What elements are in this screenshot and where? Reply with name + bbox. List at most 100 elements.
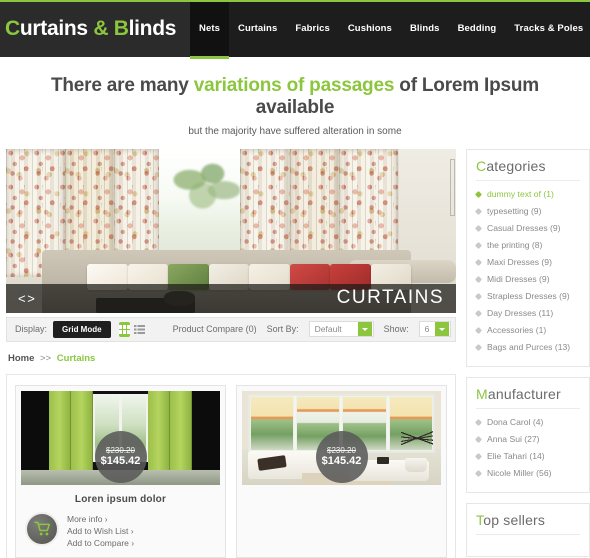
grid-mode-badge[interactable]: Grid Mode [53, 320, 111, 338]
product-title[interactable]: Loren ipsum dolor [21, 485, 220, 512]
top-sellers-title-rest: op sellers [483, 511, 546, 528]
product-card[interactable]: $230.20 $145.42 Loren ipsum dolor More i… [15, 384, 226, 558]
bullet-icon [474, 418, 483, 426]
sidebar-item-label: Midi Dresses (9) [487, 274, 550, 285]
nav-item-nets[interactable]: Nets [190, 0, 229, 59]
top-sellers-title: Top sellers [476, 512, 580, 535]
product-card[interactable]: $230.20 $145.42 [236, 384, 447, 558]
bullet-icon [474, 292, 483, 300]
bullet-icon [474, 326, 483, 334]
sidebar-item-label: typesetting (9) [487, 206, 542, 217]
add-to-wish-list-link[interactable]: Add to Wish List › [67, 526, 134, 536]
product-compare-link[interactable]: Product Compare (0) [173, 324, 257, 334]
list-view-button[interactable] [133, 321, 145, 337]
bullet-icon [474, 258, 483, 266]
sidebar-item-label: Dona Carol (4) [487, 417, 544, 428]
bullet-icon [474, 435, 483, 443]
sidebar-item-label: Maxi Dresses (9) [487, 257, 552, 268]
sort-by-value: Default [314, 324, 342, 335]
sidebar-item-label: Elie Tahari (14) [487, 451, 545, 462]
breadcrumb-home[interactable]: Home [8, 353, 34, 364]
add-to-cart-button[interactable] [25, 511, 59, 546]
hero-slider[interactable]: < > CURTAINS [6, 148, 456, 313]
manufacturer-title-cap: M [476, 385, 488, 402]
sidebar-item-label: Strapless Dresses (9) [487, 291, 570, 302]
sidebar-item-label: dummy text of (1) [487, 189, 554, 200]
bullet-icon [474, 452, 483, 460]
manufacturer-title: Manufacturer [476, 386, 580, 409]
sidebar-item-typesetting[interactable]: typesetting (9) [474, 203, 580, 220]
sidebar-item-label: the printing (8) [487, 240, 543, 251]
show-label: Show: [383, 324, 409, 335]
more-info-link[interactable]: More info › [67, 514, 134, 524]
sidebar-item-day-dresses[interactable]: Day Dresses (11) [474, 305, 580, 322]
sort-by-label: Sort By: [266, 324, 299, 335]
hero-headline-block: There are many variations of passages of… [0, 57, 590, 149]
logo-text: Curtains & Blinds [5, 17, 176, 41]
nav-item-fabrics[interactable]: Fabrics [286, 0, 339, 57]
categories-title-rest: ategories [486, 157, 546, 174]
logo[interactable]: Curtains & Blinds [0, 0, 190, 57]
bullet-icon [474, 190, 483, 198]
nav-item-bedding[interactable]: Bedding [449, 0, 506, 57]
logo-linds: linds [128, 16, 177, 40]
sort-by-select[interactable]: Default [308, 321, 374, 338]
sidebar-item-label: Accessories (1) [487, 325, 547, 336]
sidebar-item-label: Anna Sui (27) [487, 434, 540, 445]
nav-item-tracks-and-poles[interactable]: Tracks & Poles [505, 0, 590, 57]
categories-panel: Categories dummy text of (1) typesetting… [466, 148, 590, 367]
sidebar-item-label: Bags and Purces (13) [487, 342, 571, 353]
slider-caption: CURTAINS [336, 287, 444, 309]
sidebar-item-bags-and-purces[interactable]: Bags and Purces (13) [474, 339, 580, 356]
nav-item-cushions[interactable]: Cushions [339, 0, 401, 57]
product-grid: $230.20 $145.42 Loren ipsum dolor More i… [6, 373, 456, 558]
manufacturer-panel: Manufacturer Dona Carol (4) Anna Sui (27… [466, 376, 590, 493]
page-layout: < > CURTAINS Display: Grid Mode Product … [0, 148, 590, 558]
slider-caption-bar: < > CURTAINS [6, 283, 456, 313]
categories-title: Categories [476, 158, 580, 181]
grid-view-icon [118, 324, 130, 334]
breadcrumb-current: Curtains [56, 352, 96, 364]
sidebar-item-accessories[interactable]: Accessories (1) [474, 322, 580, 339]
nav-item-blinds[interactable]: Blinds [401, 0, 449, 57]
sidebar-item-midi-dresses[interactable]: Midi Dresses (9) [474, 271, 580, 288]
product-toolbar: Display: Grid Mode Product Compare (0) S… [6, 316, 456, 342]
bullet-icon [474, 309, 483, 317]
slider-nav-arrows[interactable]: < > [18, 291, 35, 306]
page-title: There are many variations of passages of… [10, 75, 580, 119]
sidebar-item-strapless-dresses[interactable]: Strapless Dresses (9) [474, 288, 580, 305]
sidebar-item-label: Day Dresses (11) [487, 308, 554, 319]
product-links: More info › Add to Wish List › Add to Co… [67, 512, 134, 548]
add-to-compare-link[interactable]: Add to Compare › [67, 538, 134, 548]
sidebar-item-the-printing[interactable]: the printing (8) [474, 237, 580, 254]
nav-item-curtains[interactable]: Curtains [229, 0, 286, 57]
manufacturer-list: Dona Carol (4) Anna Sui (27) Elie Tahari… [474, 414, 580, 482]
show-count-value: 6 [424, 324, 430, 335]
sidebar: Categories dummy text of (1) typesetting… [466, 148, 590, 558]
breadcrumb: Home >> Curtains [6, 342, 456, 374]
categories-list: dummy text of (1) typesetting (9) Casual… [474, 186, 580, 356]
sidebar-item-dummy-text-of[interactable]: dummy text of (1) [474, 186, 580, 203]
bullet-icon [474, 275, 483, 283]
manufacturer-title-rest: anufacturer [487, 385, 561, 402]
bullet-icon [474, 469, 483, 477]
site-header: Curtains & Blinds Nets Curtains Fabrics … [0, 0, 590, 59]
product-image[interactable]: $230.20 $145.42 [242, 390, 441, 485]
show-count-select[interactable]: 6 [418, 321, 452, 338]
product-image[interactable]: $230.20 $145.42 [21, 390, 220, 485]
product-actions: More info › Add to Wish List › Add to Co… [21, 511, 220, 552]
show-group: Show: 6 [383, 321, 452, 338]
sidebar-item-elie-tahari[interactable]: Elie Tahari (14) [474, 448, 580, 465]
hero-subtitle: but the majority have suffered alteratio… [188, 125, 402, 137]
sidebar-item-anna-sui[interactable]: Anna Sui (27) [474, 431, 580, 448]
sidebar-item-nicole-miller[interactable]: Nicole Miller (56) [474, 465, 580, 482]
grid-view-button[interactable] [118, 321, 130, 337]
hero-title-before: There are many [50, 75, 194, 96]
sidebar-item-casual-dresses[interactable]: Casual Dresses (9) [474, 220, 580, 237]
sort-by-group: Sort By: Default [266, 321, 374, 338]
sidebar-item-dona-carol[interactable]: Dona Carol (4) [474, 414, 580, 431]
sidebar-item-maxi-dresses[interactable]: Maxi Dresses (9) [474, 254, 580, 271]
sidebar-item-label: Nicole Miller (56) [487, 468, 552, 479]
logo-urtains: urtains [19, 16, 88, 40]
main-navigation: Nets Curtains Fabrics Cushions Blinds Be… [190, 0, 590, 59]
